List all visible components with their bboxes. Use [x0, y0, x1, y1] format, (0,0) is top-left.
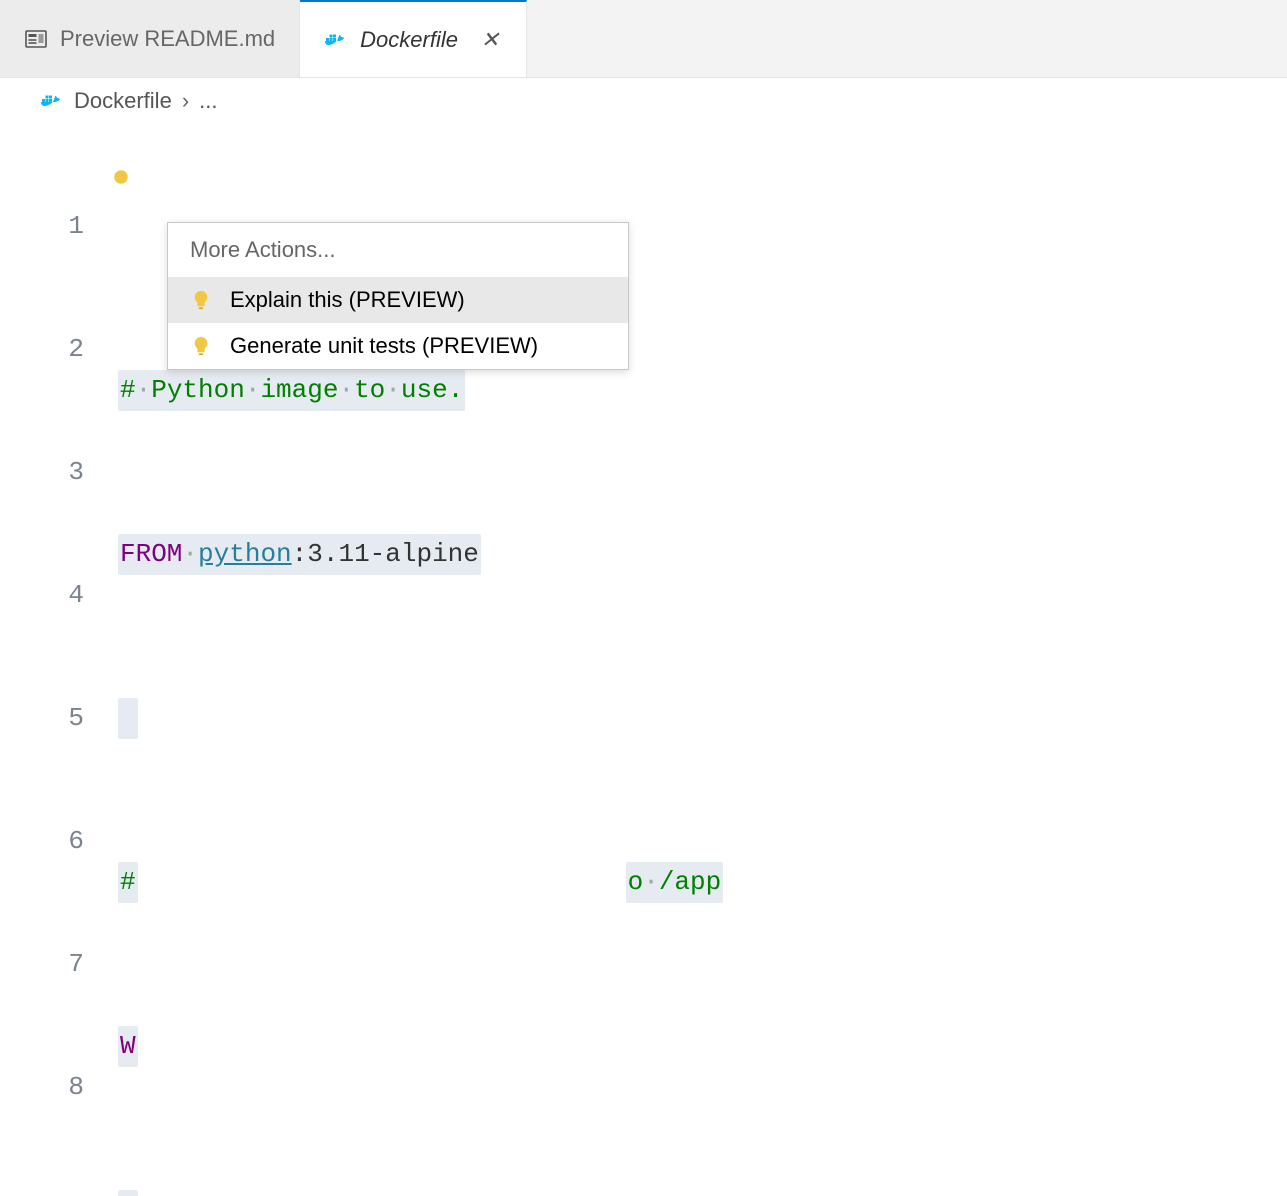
line-number: 3	[0, 452, 84, 493]
line-number: 1	[0, 206, 84, 247]
breadcrumb[interactable]: Dockerfile › ...	[0, 78, 1287, 124]
preview-icon	[24, 27, 48, 51]
code-line[interactable]: W	[118, 1026, 1287, 1067]
line-number: 8	[0, 1067, 84, 1108]
code-line[interactable]: #·Python·image·to·use.	[118, 370, 1287, 411]
code-action-popup: More Actions... Explain this (PREVIEW) G…	[167, 222, 629, 370]
tab-bar: Preview README.md Dockerfile ✕	[0, 0, 1287, 78]
code-comment: #·Python·image·to·use.	[120, 375, 463, 405]
popup-item-explain[interactable]: Explain this (PREVIEW)	[168, 277, 628, 323]
breadcrumb-file: Dockerfile	[74, 88, 172, 114]
line-number: 7	[0, 944, 84, 985]
line-number: 4	[0, 575, 84, 616]
code-link[interactable]: python	[198, 539, 292, 569]
code-line[interactable]	[118, 1190, 1287, 1196]
popup-item-label: Explain this (PREVIEW)	[230, 287, 465, 313]
code-keyword: FROM	[120, 539, 182, 569]
line-number: 6	[0, 821, 84, 862]
line-number: 9	[0, 1190, 84, 1196]
lightbulb-icon	[190, 289, 212, 311]
tab-label: Preview README.md	[60, 26, 275, 52]
close-icon[interactable]: ✕	[478, 28, 502, 52]
line-number-gutter: 1 2 3 4 5 6 7 8 9 10 11 12	[0, 124, 118, 1196]
tab-dockerfile[interactable]: Dockerfile ✕	[300, 0, 527, 77]
docker-icon	[324, 31, 348, 49]
tab-label: Dockerfile	[360, 27, 458, 53]
code-keyword: W	[120, 1031, 136, 1061]
code-text: :3.11-alpine	[292, 539, 479, 569]
breadcrumb-rest: ...	[199, 88, 217, 114]
lightbulb-icon	[190, 335, 212, 357]
popup-item-generate-tests[interactable]: Generate unit tests (PREVIEW)	[168, 323, 628, 369]
popup-item-label: Generate unit tests (PREVIEW)	[230, 333, 538, 359]
tab-preview-readme[interactable]: Preview README.md	[0, 0, 300, 77]
line-number: 2	[0, 329, 84, 370]
docker-icon	[40, 92, 64, 110]
code-comment: #	[120, 867, 136, 897]
lightbulb-marker-icon[interactable]	[112, 168, 130, 186]
line-number: 5	[0, 698, 84, 739]
popup-header: More Actions...	[168, 223, 628, 277]
code-line[interactable]	[118, 698, 1287, 739]
code-line[interactable]: # o·/app	[118, 862, 1287, 903]
chevron-right-icon: ›	[182, 88, 189, 114]
code-line[interactable]: FROM·python:3.11-alpine	[118, 534, 1287, 575]
code-comment: o·/app	[628, 867, 722, 897]
